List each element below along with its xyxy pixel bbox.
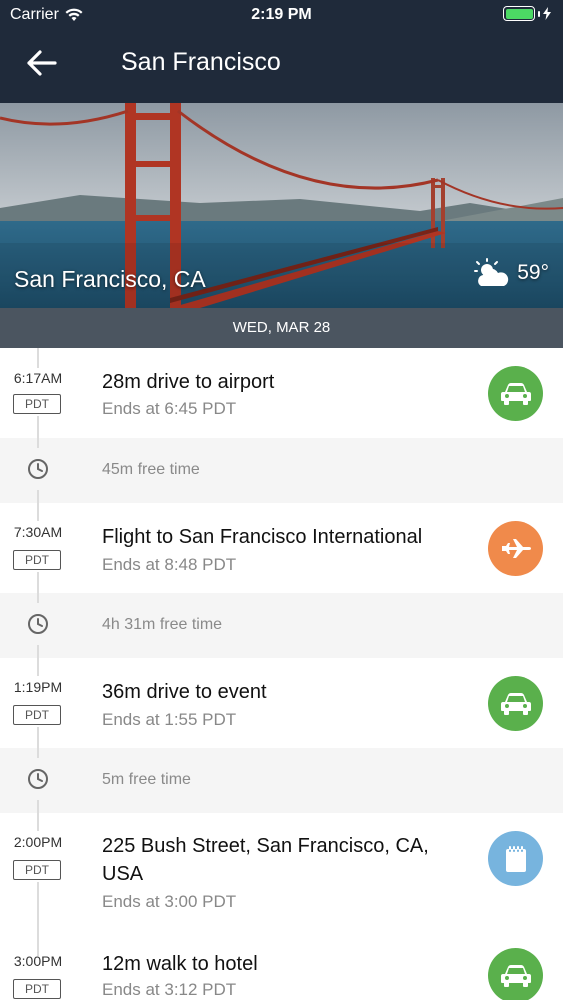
car-icon-button[interactable] <box>488 948 543 1000</box>
date-header: WED, MAR 28 <box>0 308 563 348</box>
event-title: 36m drive to event <box>102 681 267 703</box>
itinerary-item[interactable]: 6:17AM PDT 28m drive to airport Ends at … <box>0 348 563 438</box>
event-subtitle: Ends at 3:00 PDT <box>102 892 237 911</box>
free-time-label: 45m free time <box>102 461 200 478</box>
event-subtitle: Ends at 6:45 PDT <box>102 399 237 418</box>
clock-icon <box>28 614 48 634</box>
event-time: 3:00PM <box>13 953 63 969</box>
charging-bolt-icon <box>543 7 551 20</box>
airplane-icon <box>501 538 531 558</box>
city-hero-image: San Francisco, CA 59° <box>0 103 563 308</box>
clock-icon <box>28 769 48 789</box>
airplane-icon-button[interactable] <box>488 521 543 576</box>
battery-icon <box>503 6 535 21</box>
clock-icon <box>28 459 48 479</box>
free-time-label: 5m free time <box>102 771 191 788</box>
event-time: 6:17AM <box>13 370 63 386</box>
event-subtitle: Ends at 8:48 PDT <box>102 555 237 574</box>
top-bar: Carrier 2:19 PM San Francisco <box>0 0 563 103</box>
status-time: 2:19 PM <box>251 6 312 23</box>
car-icon <box>500 964 531 987</box>
itinerary-item[interactable]: 2:00PM PDT 225 Bush Street, San Francisc… <box>0 813 563 938</box>
timezone-badge: PDT <box>13 860 61 880</box>
timezone-badge: PDT <box>13 979 61 999</box>
event-title: Flight to San Francisco International <box>102 526 423 548</box>
status-bar: Carrier 2:19 PM <box>0 0 563 30</box>
back-button[interactable] <box>24 46 60 80</box>
page-title: San Francisco <box>121 48 281 76</box>
car-icon-button[interactable] <box>488 366 543 421</box>
event-title: 12m walk to hotel <box>102 953 258 975</box>
timezone-badge: PDT <box>13 394 61 414</box>
timezone-badge: PDT <box>13 550 61 570</box>
itinerary-item[interactable]: 3:00PM PDT 12m walk to hotel Ends at 3:1… <box>0 938 563 1000</box>
timezone-badge: PDT <box>13 705 61 725</box>
notepad-icon-button[interactable] <box>488 831 543 886</box>
event-time: 2:00PM <box>13 834 63 850</box>
car-icon <box>500 382 531 405</box>
battery-indicator <box>503 6 551 21</box>
notepad-icon <box>505 845 526 872</box>
car-icon-button[interactable] <box>488 676 543 731</box>
itinerary-item[interactable]: 7:30AM PDT Flight to San Francisco Inter… <box>0 503 563 593</box>
event-title: 225 Bush Street, San Francisco, CA, USA <box>102 835 429 885</box>
event-subtitle: Ends at 3:12 PDT <box>102 980 237 999</box>
event-time: 7:30AM <box>13 524 63 540</box>
event-time: 1:19PM <box>13 679 63 695</box>
temperature-value: 59° <box>517 261 549 284</box>
event-title: 28m drive to airport <box>102 371 275 393</box>
weather-widget: 59° <box>473 258 549 288</box>
free-time-row: 4h 31m free time <box>0 593 563 658</box>
free-time-row: 45m free time <box>0 438 563 503</box>
free-time-label: 4h 31m free time <box>102 616 223 633</box>
free-time-row: 5m free time <box>0 748 563 813</box>
arrow-left-icon <box>27 50 57 76</box>
car-icon <box>500 692 531 715</box>
partly-cloudy-icon <box>474 258 509 286</box>
hero-city-name: San Francisco, CA <box>14 266 206 292</box>
itinerary-item[interactable]: 1:19PM PDT 36m drive to event Ends at 1:… <box>0 658 563 748</box>
event-subtitle: Ends at 1:55 PDT <box>102 710 237 729</box>
